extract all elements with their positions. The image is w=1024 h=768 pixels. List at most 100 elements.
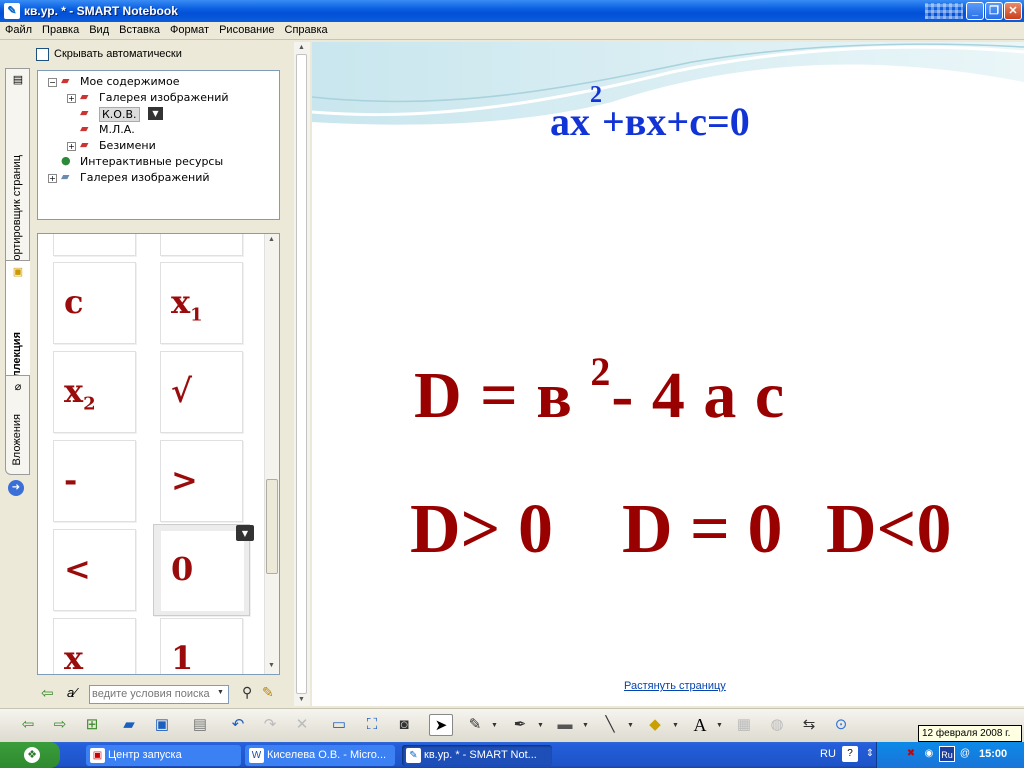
stretch-page-link[interactable]: Растянуть страницу <box>624 680 726 692</box>
tray-app-icon[interactable]: ◉ <box>921 746 937 762</box>
task-launch-center[interactable]: ▣ Центр запуска <box>86 745 241 766</box>
menu-view[interactable]: Вид <box>84 22 114 36</box>
gallery-tile-selected[interactable]: 0 ▼ <box>153 524 254 616</box>
title-decoration <box>925 3 963 19</box>
autohide-checkbox[interactable] <box>36 48 49 61</box>
spell-icon[interactable]: a⁄ <box>67 685 76 700</box>
scroll-up-icon[interactable]: ▲ <box>298 44 305 51</box>
notebook-page[interactable]: ax2+вх+с=0 D = в 2- 4 а с D> 0 D = 0 D<0… <box>312 42 1024 706</box>
scroll-down-icon[interactable]: ▼ <box>298 696 305 703</box>
menu-help[interactable]: Справка <box>280 22 333 36</box>
line-icon[interactable]: ╲ <box>598 714 622 736</box>
discriminant-formula[interactable]: D = в 2- 4 а с <box>414 349 785 434</box>
next-page-icon[interactable]: ⇨ <box>48 714 72 736</box>
text-dropdown-icon[interactable]: ▼ <box>716 722 723 729</box>
eraser-icon[interactable]: ▬ <box>553 714 577 736</box>
undo-icon[interactable]: ↶ <box>226 714 250 736</box>
pen-dropdown-icon[interactable]: ▼ <box>491 722 498 729</box>
arrow-right-icon[interactable]: ➜ <box>8 480 24 496</box>
gallery-tile[interactable]: < <box>53 529 136 611</box>
more-tools-icon[interactable]: ⊙ <box>829 714 853 736</box>
gallery-tile[interactable]: x1 <box>160 262 243 344</box>
pen-icon[interactable]: ✎ <box>463 714 487 736</box>
save-icon[interactable]: ▣ <box>150 714 174 736</box>
add-page-icon[interactable]: ⊞ <box>80 714 104 736</box>
select-icon[interactable]: ➤ <box>429 714 453 736</box>
menu-file[interactable]: Файл <box>0 22 37 36</box>
quadratic-equation[interactable]: ax2+вх+с=0 <box>550 82 750 145</box>
tab-page-sorter[interactable]: ▤ Сортировщик страниц <box>5 68 30 278</box>
screen-shade-icon[interactable]: ▭ <box>327 714 351 736</box>
gallery-scrollbar[interactable]: ▲ ▼ <box>264 234 279 674</box>
dropdown-icon[interactable]: ▼ <box>236 525 254 541</box>
shapes-icon[interactable]: ◆ <box>643 714 667 736</box>
scroll-down-icon[interactable]: ▼ <box>268 662 275 669</box>
close-button[interactable]: ✕ <box>1004 2 1022 20</box>
panel-splitter-vertical[interactable] <box>285 40 292 705</box>
case-zero[interactable]: D = 0 <box>622 490 782 570</box>
autohide-option[interactable]: Скрывать автоматически <box>36 47 256 63</box>
screen-capture-icon[interactable]: ◙ <box>392 714 416 736</box>
search-icon[interactable]: ⚲ <box>242 684 252 701</box>
expand-icon[interactable]: + <box>67 142 76 151</box>
language-indicator[interactable]: RU <box>820 748 836 760</box>
scroll-thumb[interactable] <box>296 54 307 694</box>
gallery-tile[interactable]: - <box>53 440 136 522</box>
gallery-tile[interactable]: 1 <box>160 618 243 674</box>
gallery-tile[interactable]: x2 <box>53 351 136 433</box>
maximize-button[interactable]: ❐ <box>985 2 1003 20</box>
properties-icon[interactable]: ▦ <box>732 714 756 736</box>
gallery-tile[interactable]: √ <box>160 351 243 433</box>
tray-a-icon[interactable]: @ <box>957 746 973 762</box>
open-folder-icon[interactable]: ▰ <box>117 714 141 736</box>
prev-page-icon[interactable]: ⇦ <box>16 714 40 736</box>
start-button[interactable]: ❖ <box>0 742 60 768</box>
gallery-tile[interactable] <box>53 234 136 256</box>
page-scrollbar[interactable]: ▲ ▼ <box>294 42 310 706</box>
help-icon[interactable]: ? <box>842 746 858 762</box>
back-arrow-icon[interactable]: ⇦ <box>41 684 54 702</box>
search-input[interactable]: ведите условия поиска <box>89 685 229 704</box>
gallery-tile[interactable]: c <box>53 262 136 344</box>
keyboard-layout-icon[interactable]: Ru <box>939 746 955 762</box>
redo-icon[interactable]: ↷ <box>258 714 282 736</box>
tree-item-label: К.О.В. <box>99 107 140 122</box>
network-error-icon[interactable]: ✖ <box>903 746 919 762</box>
search-dropdown-icon[interactable]: ▼ <box>217 689 224 696</box>
task-smart-notebook[interactable]: ✎ кв.ур. * - SMART Not... <box>402 745 552 766</box>
move-toolbar-icon[interactable]: ⇆ <box>797 714 821 736</box>
menu-format[interactable]: Формат <box>165 22 214 36</box>
expand-icon[interactable]: + <box>48 174 57 183</box>
minimize-button[interactable]: _ <box>966 2 984 20</box>
gallery-tile[interactable]: > <box>160 440 243 522</box>
wrench-icon[interactable]: ✎ <box>262 684 274 701</box>
gallery-tile[interactable]: x <box>53 618 136 674</box>
task-word-document[interactable]: W Киселева О.В. - Micro... <box>245 745 395 766</box>
case-positive[interactable]: D> 0 <box>410 490 553 570</box>
creative-pen-icon[interactable]: ✒ <box>508 714 532 736</box>
menu-draw[interactable]: Рисование <box>214 22 279 36</box>
dropdown-icon[interactable]: ▼ <box>148 107 163 120</box>
fill-icon[interactable]: ◍ <box>765 714 789 736</box>
collapse-icon[interactable]: − <box>48 78 57 87</box>
paste-icon[interactable]: ▤ <box>188 714 212 736</box>
side-tabs: ▤ Сортировщик страниц ▣ Коллекция ⌀ Влож… <box>0 40 32 705</box>
clock[interactable]: 15:00 <box>979 748 1007 760</box>
line-dropdown-icon[interactable]: ▼ <box>627 722 634 729</box>
panel-splitter[interactable] <box>37 224 280 232</box>
case-negative[interactable]: D<0 <box>826 490 951 570</box>
text-icon[interactable]: A <box>688 714 712 736</box>
expand-icon[interactable]: + <box>67 94 76 103</box>
scroll-thumb[interactable] <box>266 479 278 574</box>
delete-icon[interactable]: ✕ <box>290 714 314 736</box>
menu-insert[interactable]: Вставка <box>114 22 165 36</box>
creative-pen-dropdown-icon[interactable]: ▼ <box>537 722 544 729</box>
fullscreen-icon[interactable]: ⛶ <box>360 714 384 736</box>
gallery-tile[interactable] <box>160 234 243 256</box>
folder-icon: ▰ <box>80 122 89 135</box>
tab-attachments[interactable]: ⌀ Вложения <box>5 375 30 475</box>
shapes-dropdown-icon[interactable]: ▼ <box>672 722 679 729</box>
scroll-up-icon[interactable]: ▲ <box>268 236 275 243</box>
menu-edit[interactable]: Правка <box>37 22 84 36</box>
eraser-dropdown-icon[interactable]: ▼ <box>582 722 589 729</box>
